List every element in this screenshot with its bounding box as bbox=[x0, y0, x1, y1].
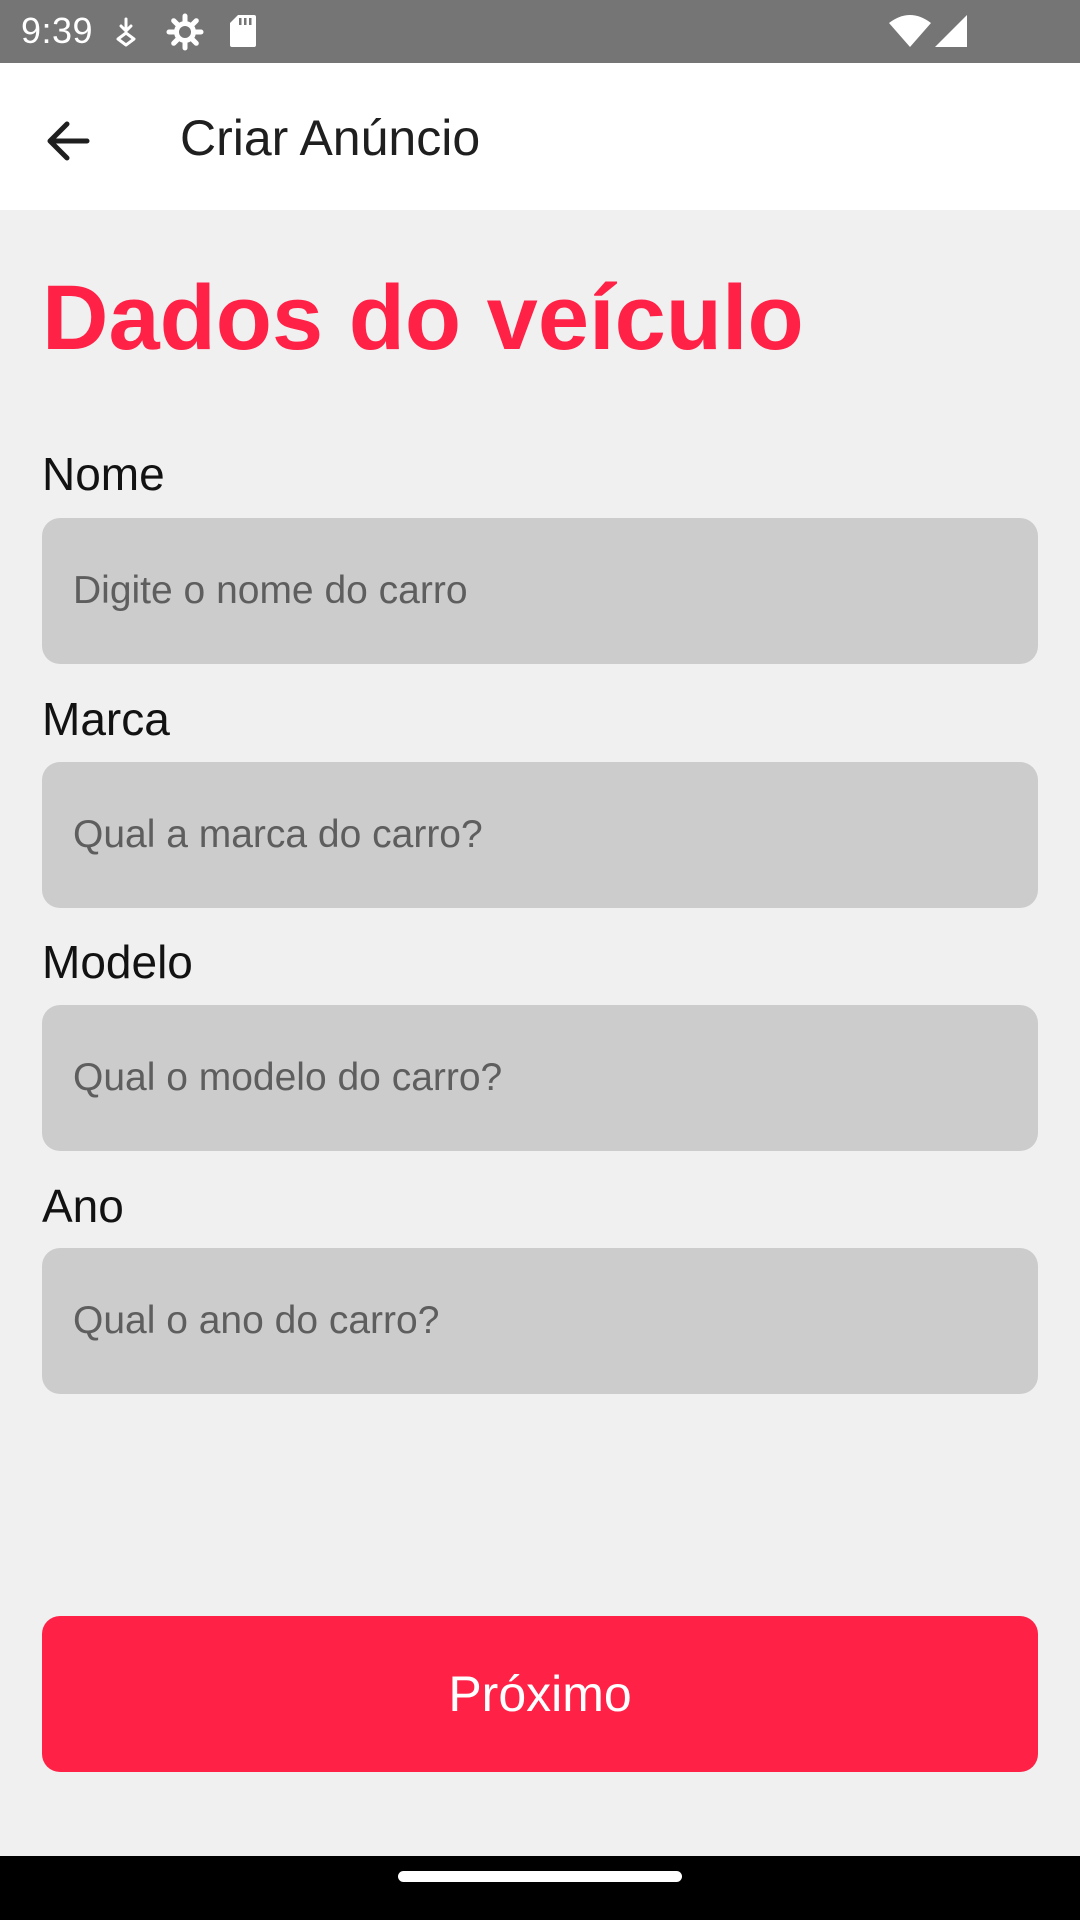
next-button[interactable]: Próximo bbox=[42, 1616, 1038, 1772]
cellular-signal-icon bbox=[935, 15, 967, 47]
section-heading: Dados do veículo bbox=[42, 267, 804, 369]
back-button[interactable] bbox=[28, 101, 108, 181]
sd-card-icon bbox=[230, 15, 256, 47]
download-icon bbox=[116, 17, 136, 47]
model-input[interactable] bbox=[42, 1005, 1038, 1151]
home-gesture-handle[interactable] bbox=[398, 1871, 682, 1882]
brand-input[interactable] bbox=[42, 762, 1038, 908]
page-title: Criar Anúncio bbox=[180, 110, 481, 166]
wifi-icon bbox=[889, 15, 931, 47]
system-nav-bar bbox=[0, 1856, 1080, 1920]
status-time: 9:39 bbox=[21, 10, 94, 51]
settings-gear-icon bbox=[166, 13, 204, 51]
brand-label: Marca bbox=[42, 693, 170, 745]
year-input[interactable] bbox=[42, 1248, 1038, 1394]
name-label: Nome bbox=[42, 448, 165, 500]
year-label: Ano bbox=[42, 1180, 124, 1232]
model-label: Modelo bbox=[42, 936, 193, 988]
name-input[interactable] bbox=[42, 518, 1038, 664]
status-bar: 9:39 bbox=[0, 0, 1080, 63]
app-bar: Criar Anúncio bbox=[0, 63, 1080, 210]
arrow-back-icon bbox=[47, 121, 90, 161]
